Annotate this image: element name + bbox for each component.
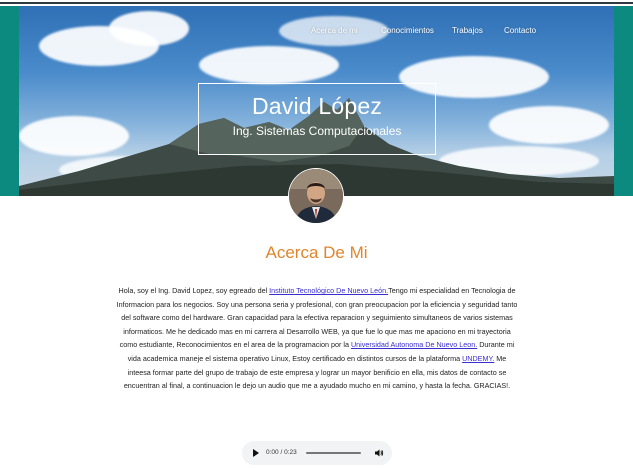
volume-icon[interactable] [374, 448, 384, 458]
audio-progress-track[interactable] [306, 452, 361, 454]
nav-item-acerca[interactable]: Acerca de mi [311, 26, 358, 35]
nav-item-conocimientos[interactable]: Conocimientos [381, 26, 434, 35]
play-icon[interactable] [253, 449, 259, 457]
nav-item-contacto[interactable]: Contacto [504, 26, 536, 35]
hero-name: David López [251, 93, 383, 119]
audio-time: 0:00 / 0:23 [266, 449, 297, 456]
top-nav: Acerca de mi Conocimientos Trabajos Cont… [0, 26, 633, 38]
avatar [289, 169, 343, 223]
hero-subtitle: Ing. Sistemas Computacionales [232, 124, 402, 138]
audio-player: 0:00 / 0:23 [242, 441, 392, 465]
about-paragraph: Hola, soy el Ing. David Lopez, soy egrea… [116, 284, 518, 393]
section-heading-about: Acerca De Mi [265, 243, 368, 262]
link-itnl[interactable]: Instituto Tecnológico De Nuevo León. [269, 286, 388, 295]
link-uanl[interactable]: Universidad Autonoma De Nuevo Leon. [351, 340, 477, 349]
link-udemy[interactable]: UNDEMY. [462, 354, 494, 363]
nav-item-trabajos[interactable]: Trabajos [452, 26, 483, 35]
about-text-1: Hola, soy el Ing. David Lopez, soy egrea… [118, 286, 270, 295]
hero-title-box: David López Ing. Sistemas Computacionale… [198, 83, 436, 155]
